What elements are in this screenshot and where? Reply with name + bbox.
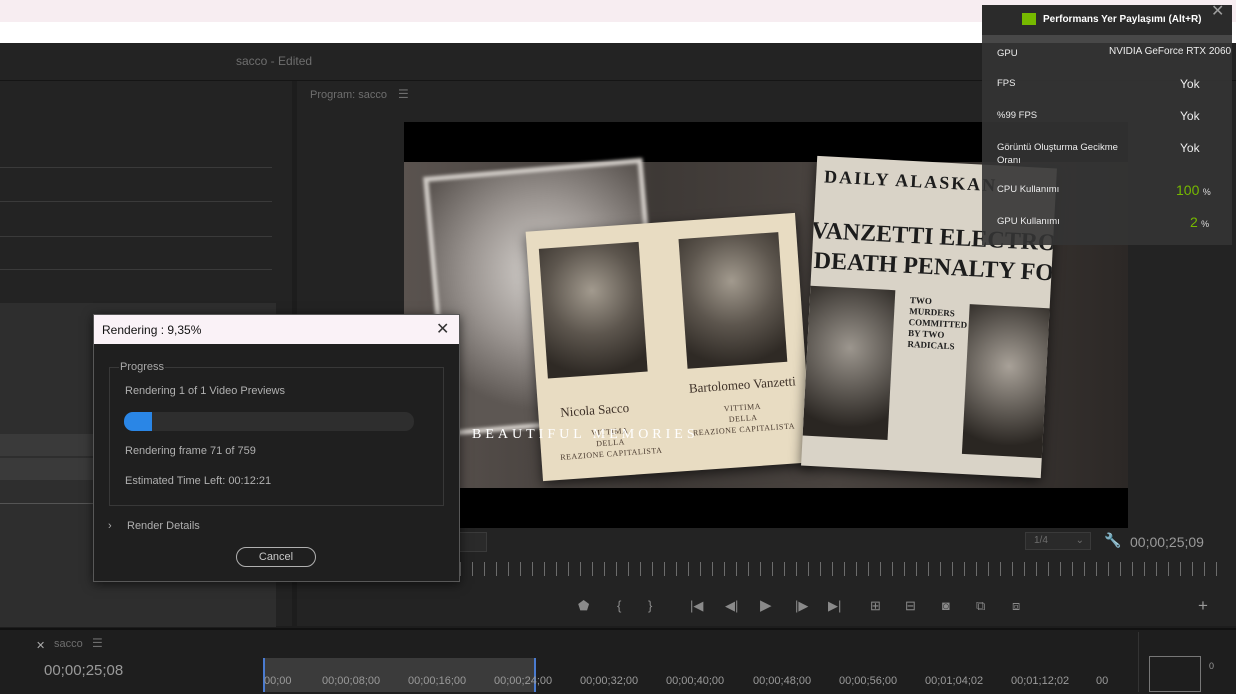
timeline-tick: 00 <box>1096 675 1109 687</box>
portrait-vanzetti <box>678 232 788 369</box>
timeline-tick: 00;01;04;02 <box>925 675 984 687</box>
newspaper-subhead: TWO MURDERS COMMITTED BY TWO RADICALS <box>907 294 968 352</box>
timeline-tick: 00;01;12;02 <box>1011 675 1070 687</box>
playhead-timecode[interactable]: 00;00;25;09 <box>1130 534 1204 550</box>
program-monitor-title[interactable]: Program: sacco <box>310 89 387 101</box>
add-marker-icon[interactable]: ⬟ <box>578 598 589 614</box>
cpu-usage: 100 <box>1176 182 1200 198</box>
render-time-left: Estimated Time Left: 00:12:21 <box>125 475 272 487</box>
step-forward-icon[interactable]: |▶ <box>795 598 808 614</box>
overlay-label-gpu-usage: GPU Kullanımı <box>997 216 1060 227</box>
overlay-value-latency: Yok <box>1180 141 1200 155</box>
go-to-out-icon[interactable]: ▶| <box>828 598 841 614</box>
overlay-value-cpu: 100 % <box>1176 182 1211 198</box>
progress-group-label: Progress <box>119 361 166 373</box>
hamburger-icon[interactable]: ☰ <box>92 636 103 650</box>
timeline-tick: 00;00;32;00 <box>580 675 639 687</box>
wrench-icon[interactable]: 🔧 <box>1104 532 1121 549</box>
monitor-ruler[interactable] <box>460 562 1220 576</box>
overlay-value-fps: Yok <box>1180 77 1200 91</box>
play-icon[interactable]: ▶ <box>760 596 772 614</box>
overlay-value-fps99: Yok <box>1180 109 1200 123</box>
lift-icon[interactable]: ⊞ <box>870 598 881 614</box>
go-to-in-icon[interactable]: |◀ <box>690 598 703 614</box>
progress-bar <box>124 412 414 431</box>
close-icon[interactable]: ✕ <box>436 319 449 339</box>
nvidia-logo-icon <box>1022 13 1036 25</box>
add-button-icon[interactable]: + <box>1198 596 1208 616</box>
rendering-dialog: Rendering : 9,35% ✕ Progress Rendering 1… <box>93 314 460 582</box>
multicam-icon[interactable]: ⧈ <box>1012 598 1020 614</box>
render-details-toggle[interactable]: Render Details <box>127 520 200 532</box>
timeline-tick: 00;00;08;00 <box>322 675 381 687</box>
gpu-unit: % <box>1201 219 1210 229</box>
render-status: Rendering 1 of 1 Video Previews <box>125 385 286 397</box>
progress-bar-fill <box>124 412 152 431</box>
panel-divider <box>1138 632 1139 692</box>
overlay-label-latency: Görüntü Oluşturma Gecikme Oranı <box>997 142 1118 166</box>
panel-divider <box>0 269 272 270</box>
comparison-view-icon[interactable]: ⧉ <box>976 598 985 614</box>
overlay-value-gpu: NVIDIA GeForce RTX 2060 <box>1109 46 1232 57</box>
extract-icon[interactable]: ⊟ <box>905 598 916 614</box>
close-icon[interactable]: ✕ <box>1211 1 1224 21</box>
app-title: sacco - Edited <box>236 54 313 68</box>
resolution-dropdown[interactable]: 1/4 ⌄ <box>1025 532 1091 550</box>
card-name-sacco: Nicola Sacco <box>559 399 630 420</box>
newspaper-masthead: DAILY ALASKAN <box>823 166 998 196</box>
performance-overlay: Performans Yer Paylaşımı (Alt+R) ✕ GPU N… <box>982 3 1232 245</box>
cancel-button[interactable]: Cancel <box>236 547 316 567</box>
panel-divider <box>0 167 272 168</box>
meter-zero-label: 0 <box>1209 661 1215 671</box>
timeline-tick: 00;00;40;00 <box>666 675 725 687</box>
chevron-down-icon: ⌄ <box>1075 535 1084 546</box>
gpu-usage: 2 <box>1190 214 1198 230</box>
card-name-vanzetti: Bartolomeo Vanzetti <box>688 373 797 396</box>
dialog-title: Rendering : 9,35% <box>102 323 202 337</box>
portrait-sacco <box>538 241 648 379</box>
mark-out-icon[interactable]: } <box>648 598 652 613</box>
close-icon[interactable]: ✕ <box>36 639 45 652</box>
video-overlay-text: BEAUTIFUL MEMORIES <box>472 427 699 442</box>
timeline-tick: 00;00 <box>264 675 292 687</box>
overlay-label-cpu: CPU Kullanımı <box>997 184 1060 195</box>
overlay-label-fps99: %99 FPS <box>997 110 1038 121</box>
sequence-tab[interactable]: sacco <box>54 638 83 650</box>
timeline-tick: 00;00;56;00 <box>839 675 898 687</box>
step-back-icon[interactable]: ◀| <box>725 598 738 614</box>
render-frame-text: Rendering frame 71 of 759 <box>125 445 256 457</box>
cpu-unit: % <box>1202 187 1211 197</box>
overlay-label-fps: FPS <box>997 78 1016 89</box>
export-frame-icon[interactable]: ◙ <box>942 598 950 613</box>
mark-in-icon[interactable]: { <box>617 598 621 613</box>
panel-divider <box>0 236 272 237</box>
audio-meter <box>1149 656 1201 692</box>
resolution-value: 1/4 <box>1034 535 1048 546</box>
newspaper-photo <box>802 285 896 440</box>
timeline-timecode[interactable]: 00;00;25;08 <box>44 662 123 679</box>
timeline-tick: 00;00;48;00 <box>753 675 812 687</box>
chevron-right-icon[interactable]: › <box>108 520 112 532</box>
card-subtitle-right: VITTIMA DELLA REAZIONE CAPITALISTA <box>692 401 796 438</box>
timeline-tick: 00;00;16;00 <box>408 675 467 687</box>
timeline-tick: 00;00;24;00 <box>494 675 553 687</box>
overlay-label-gpu: GPU <box>997 48 1018 59</box>
hamburger-icon[interactable]: ☰ <box>398 87 409 101</box>
overlay-value-gpu-usage: 2 % <box>1190 214 1209 230</box>
overlay-title: Performans Yer Paylaşımı (Alt+R) <box>1043 14 1202 25</box>
newspaper-photo <box>961 304 1055 459</box>
panel-divider <box>0 201 272 202</box>
